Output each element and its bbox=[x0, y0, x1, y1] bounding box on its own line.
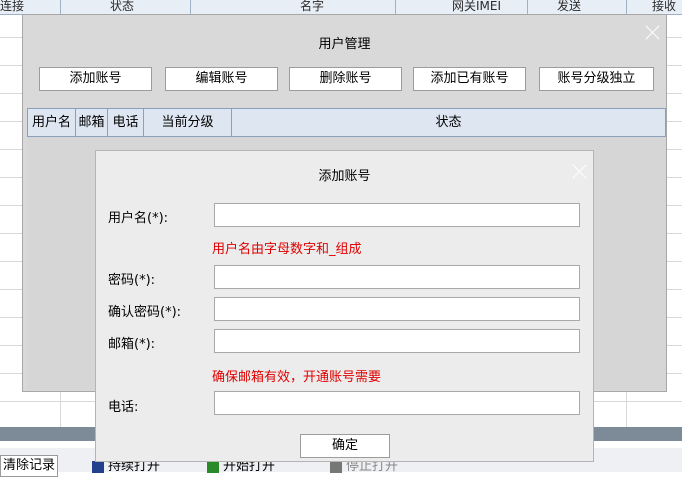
phone-label: 电话: bbox=[108, 400, 139, 415]
col-current-level[interactable]: 当前分级 bbox=[144, 109, 232, 136]
confirm-button[interactable]: 确定 bbox=[300, 434, 390, 458]
bg-col-connect[interactable]: 连接 bbox=[0, 0, 24, 14]
bg-col-separator bbox=[190, 0, 191, 14]
bg-col-imei[interactable]: 网关IMEI bbox=[452, 0, 501, 14]
check-icon bbox=[207, 460, 219, 473]
bg-col-separator bbox=[626, 0, 627, 14]
add-account-dialog: 添加账号 用户名(*): 用户名由字母数字和_组成 密码(*): 确认密码(*)… bbox=[95, 150, 594, 462]
password-label: 密码(*): bbox=[108, 273, 156, 288]
col-email[interactable]: 邮箱 bbox=[76, 109, 108, 136]
close-icon[interactable] bbox=[573, 164, 587, 178]
add-existing-account-button[interactable]: 添加已有账号 bbox=[413, 67, 526, 91]
password-field[interactable] bbox=[214, 265, 580, 289]
username-label: 用户名(*): bbox=[108, 211, 169, 226]
stop-icon bbox=[330, 460, 342, 473]
confirm-password-field[interactable] bbox=[214, 297, 580, 321]
add-account-button[interactable]: 添加账号 bbox=[39, 67, 152, 91]
edit-account-button[interactable]: 编辑账号 bbox=[165, 67, 278, 91]
username-field[interactable] bbox=[214, 203, 580, 227]
bg-col-separator bbox=[527, 0, 528, 14]
bg-col-line bbox=[60, 390, 61, 427]
bg-col-receive[interactable]: 接收 bbox=[652, 0, 676, 14]
bg-col-send[interactable]: 发送 bbox=[557, 0, 581, 14]
email-hint: 确保邮箱有效，开通账号需要 bbox=[212, 370, 382, 385]
background-table-header: 连接 状态 名字 网关IMEI 发送 接收 bbox=[0, 0, 682, 15]
email-field[interactable] bbox=[214, 329, 580, 353]
account-manager-title: 用户管理 bbox=[318, 37, 371, 52]
bg-col-name[interactable]: 名字 bbox=[300, 0, 324, 14]
username-hint: 用户名由字母数字和_组成 bbox=[212, 242, 362, 257]
bg-col-status[interactable]: 状态 bbox=[110, 0, 134, 14]
bg-col-line bbox=[626, 390, 627, 427]
confirm-password-label: 确认密码(*): bbox=[108, 305, 182, 320]
add-account-title: 添加账号 bbox=[318, 169, 371, 184]
email-label: 邮箱(*): bbox=[108, 337, 156, 352]
close-icon[interactable] bbox=[646, 25, 660, 39]
clear-record-button[interactable]: 清除记录 bbox=[0, 455, 58, 477]
bg-col-separator bbox=[395, 0, 396, 14]
bg-col-separator bbox=[60, 0, 61, 14]
delete-account-button[interactable]: 删除账号 bbox=[289, 67, 402, 91]
col-username[interactable]: 用户名 bbox=[28, 109, 76, 136]
col-status[interactable]: 状态 bbox=[232, 109, 665, 136]
save-icon bbox=[92, 460, 104, 473]
account-level-independent-button[interactable]: 账号分级独立 bbox=[539, 67, 654, 91]
phone-field[interactable] bbox=[214, 391, 580, 415]
account-table-header: 用户名 邮箱 电话 当前分级 状态 bbox=[27, 108, 666, 137]
col-phone[interactable]: 电话 bbox=[108, 109, 144, 136]
